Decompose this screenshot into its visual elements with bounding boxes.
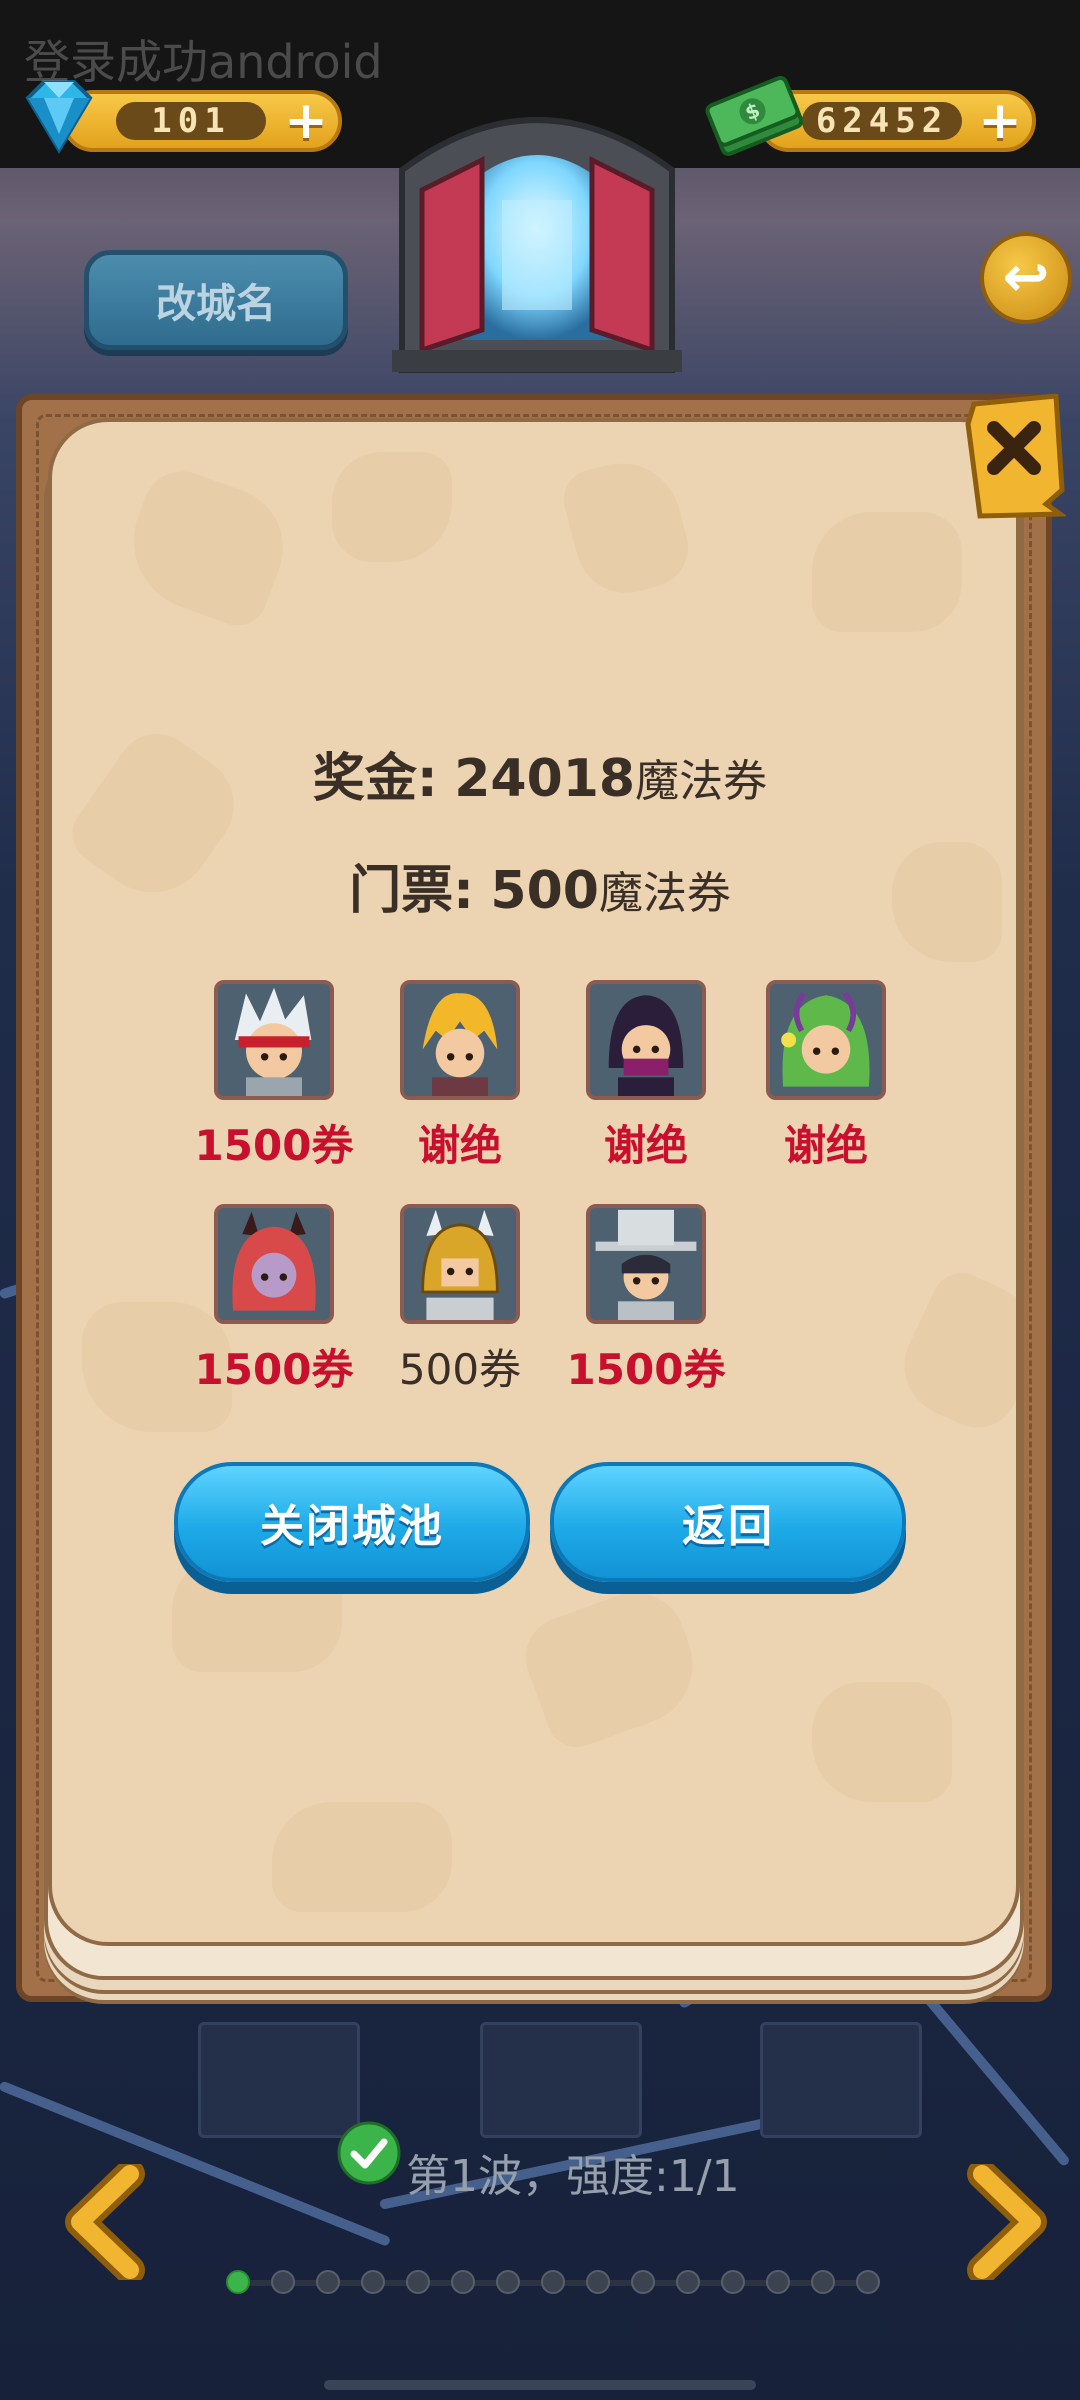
rename-city-button[interactable]: 改城名 [84, 250, 348, 350]
cash-count: 62452 [802, 101, 962, 141]
back-button[interactable]: 返回 [550, 1462, 906, 1582]
page-dot[interactable] [226, 2270, 250, 2294]
page-dot[interactable] [676, 2270, 700, 2294]
paper-texture [514, 1578, 710, 1756]
left-chevron-icon[interactable] [60, 2164, 150, 2280]
hero-portrait [404, 984, 516, 1096]
hero-white-hair-ninja[interactable] [214, 980, 334, 1100]
ticket-label: 门票: [349, 861, 474, 921]
plus-icon[interactable]: + [974, 95, 1026, 147]
ticket-value: 500 [490, 861, 599, 921]
page-dot[interactable] [451, 2270, 475, 2294]
wave-strength-label: 第1波，强度:1/1 [406, 2151, 740, 2202]
page-dot[interactable] [316, 2270, 340, 2294]
card-slot[interactable] [760, 2022, 922, 2138]
hero-portrait [770, 984, 882, 1096]
login-status-overlay: 登录成功android [24, 35, 383, 89]
hero-top-hat-gentleman[interactable] [586, 1204, 706, 1324]
gem-count: 101 [116, 101, 266, 141]
hero-green-dryad[interactable] [766, 980, 886, 1100]
hero-blonde-rogue[interactable] [400, 980, 520, 1100]
cash-stack-icon: $ [705, 75, 804, 156]
castle-gate-icon [392, 117, 682, 373]
prize-value: 24018 [454, 749, 636, 809]
paper-texture [812, 512, 962, 632]
paper-texture [557, 449, 697, 605]
plus-icon[interactable]: + [280, 95, 332, 147]
paper-texture [332, 452, 452, 562]
close-city-button[interactable]: 关闭城池 [174, 1462, 530, 1582]
hero-masked-kunoichi[interactable] [586, 980, 706, 1100]
hero-portrait [218, 1208, 330, 1320]
undo-arrow-icon[interactable]: ↩ [980, 232, 1072, 324]
hero-portrait [590, 984, 702, 1096]
card-slot[interactable] [480, 2022, 642, 2138]
close-x-icon[interactable] [960, 394, 1066, 520]
paper-texture [812, 1682, 952, 1802]
page-dot[interactable] [811, 2270, 835, 2294]
page-indicator [0, 2268, 1080, 2298]
page-dot[interactable] [541, 2270, 565, 2294]
check-circle-icon [337, 2121, 401, 2185]
page-dot[interactable] [856, 2270, 880, 2294]
right-chevron-icon[interactable] [962, 2164, 1052, 2280]
prize-amount: 奖金: 24018魔法券 [0, 736, 1080, 811]
modal-paper [48, 418, 1020, 1946]
page-dot[interactable] [406, 2270, 430, 2294]
paper-texture [272, 1802, 452, 1912]
ticket-cost: 门票: 500魔法券 [0, 848, 1080, 923]
page-dot[interactable] [361, 2270, 385, 2294]
page-dot[interactable] [766, 2270, 790, 2294]
gem-counter: 101 + [62, 90, 342, 152]
hero-portrait [404, 1208, 516, 1320]
ticket-unit: 魔法券 [598, 868, 731, 919]
system-gesture-bar [324, 2380, 756, 2390]
paper-texture [114, 460, 300, 634]
page-dot[interactable] [496, 2270, 520, 2294]
hero-portrait [590, 1208, 702, 1320]
prize-label: 奖金: [312, 749, 438, 809]
page-dot[interactable] [631, 2270, 655, 2294]
hero-price-label: 1500券 [566, 1345, 726, 1394]
hero-red-demon-girl[interactable] [214, 1204, 334, 1324]
hero-portrait [218, 984, 330, 1096]
page-dot[interactable] [721, 2270, 745, 2294]
page-dot[interactable] [271, 2270, 295, 2294]
hero-price-label: 谢绝 [783, 1121, 868, 1170]
hero-golden-knight[interactable] [400, 1204, 520, 1324]
paper-texture [888, 1263, 1016, 1441]
prize-unit: 魔法券 [635, 756, 768, 807]
page-dot[interactable] [586, 2270, 610, 2294]
